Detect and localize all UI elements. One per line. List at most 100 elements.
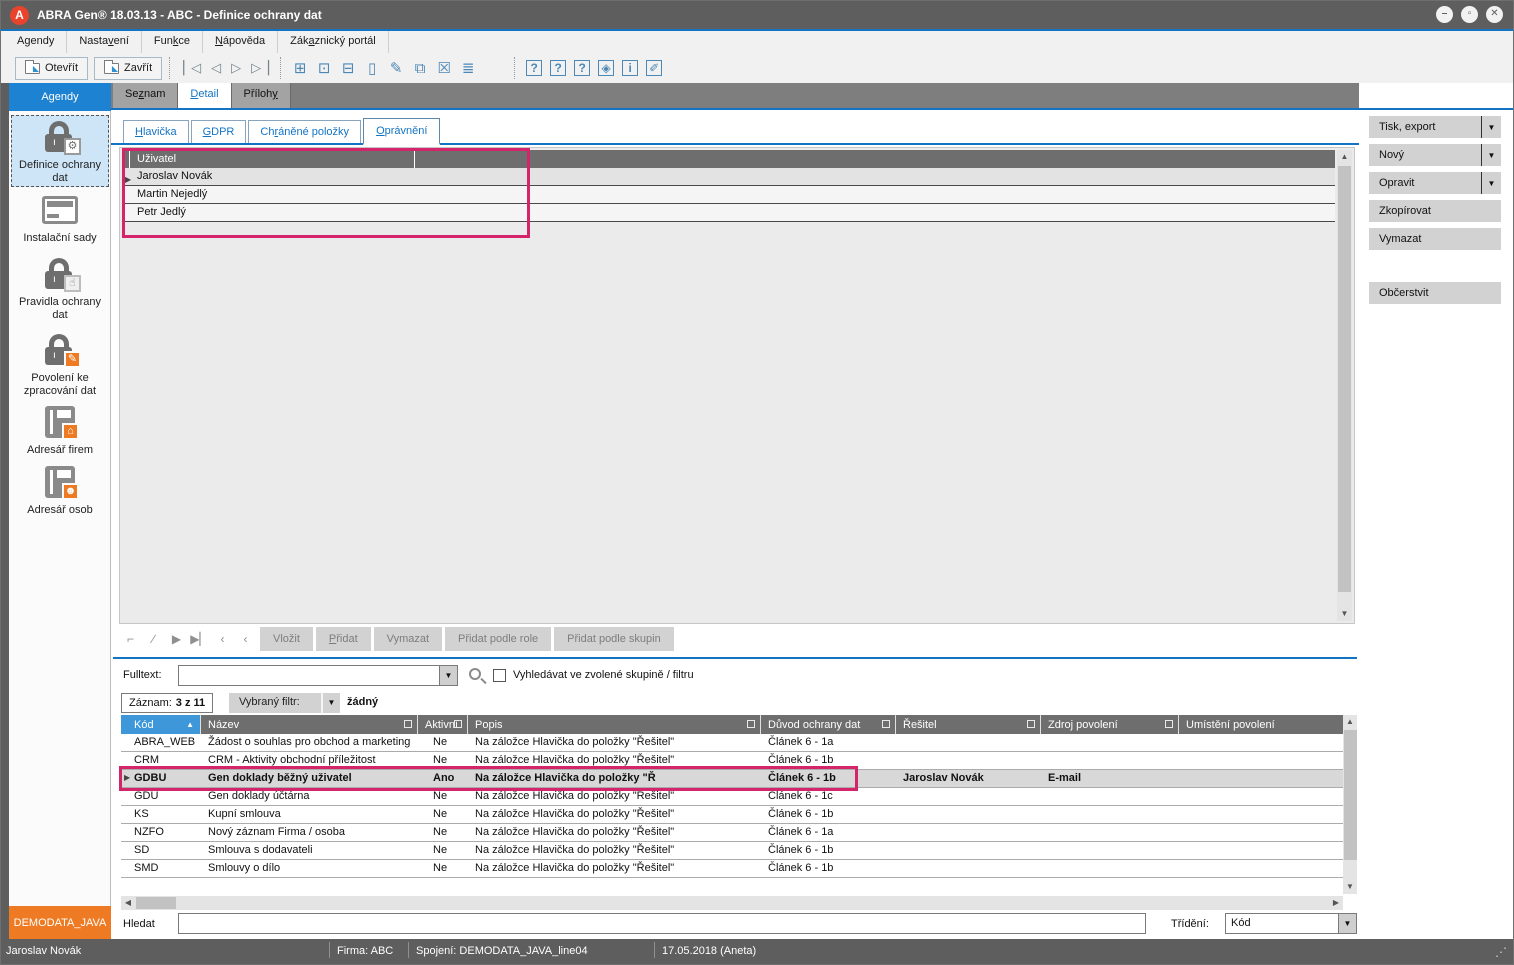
column-filter-icon[interactable] (1027, 720, 1035, 728)
scrollbar-thumb[interactable] (1338, 166, 1351, 592)
users-grid-vscrollbar[interactable]: ▲ ▼ (1337, 150, 1352, 621)
main-tab[interactable]: Detail (178, 83, 231, 108)
toolbar-doc-icon[interactable]: ▯ (361, 57, 383, 79)
toolbar-doc-icon[interactable]: ⊞ (289, 57, 311, 79)
toolbar-help-icon[interactable]: ◈ (595, 57, 617, 79)
toolbar-doc-icon[interactable]: ⧉ (409, 57, 431, 79)
column-header-umisteni-povoleni[interactable]: Umístění povolení (1179, 715, 1343, 734)
column-header-kod[interactable]: Kód▲ (121, 715, 201, 734)
scroll-left-icon[interactable]: ◀ (121, 896, 135, 910)
menu-item[interactable]: Nastavení (67, 31, 142, 53)
table-row[interactable]: ▶ GDU Gen doklady účtárna Ne Na záložce … (121, 788, 1343, 806)
sidebar-item-definice-ochrany-dat[interactable]: ⚙ Definice ochrany dat (11, 115, 109, 187)
split-dropdown-icon[interactable]: ▼ (1481, 172, 1501, 194)
scroll-up-icon[interactable]: ▲ (1337, 150, 1352, 164)
detail-sub-tab[interactable]: Hlavička (123, 120, 189, 143)
close-agenda-button[interactable]: Zavřít (94, 57, 162, 80)
dropdown-arrow-icon[interactable]: ▼ (1338, 914, 1356, 933)
sort-select[interactable]: Kód ▼ (1225, 913, 1357, 934)
table-row[interactable]: ▶ SMD Smlouvy o dílo Ne Na záložce Hlavi… (121, 860, 1343, 878)
column-filter-icon[interactable] (747, 720, 755, 728)
hledat-input[interactable] (178, 913, 1146, 934)
fulltext-input[interactable]: ▼ (178, 665, 458, 686)
menu-item[interactable]: Funkce (142, 31, 203, 53)
scroll-down-icon[interactable]: ▼ (1337, 607, 1352, 621)
edit-button[interactable]: Opravit ▼ (1369, 172, 1501, 194)
record-nav-icon[interactable]: ▏◁ (177, 60, 205, 76)
column-header-uzivatel[interactable]: Uživatel (130, 150, 415, 168)
toolbar-help-icon[interactable]: ? (523, 57, 545, 79)
split-dropdown-icon[interactable]: ▼ (1481, 116, 1501, 138)
grid-nav-icon[interactable]: ▶▏ (188, 632, 211, 646)
column-header-aktivni[interactable]: Aktivní (418, 715, 468, 734)
column-filter-icon[interactable] (882, 720, 890, 728)
detail-sub-tab[interactable]: GDPR (191, 120, 247, 143)
scroll-up-icon[interactable]: ▲ (1343, 715, 1357, 729)
column-header-nazev[interactable]: Název (201, 715, 418, 734)
sidebar-item-adresar-osob[interactable]: ☻ Adresář osob (11, 461, 109, 513)
detail-sub-tab[interactable]: Chráněné položky (248, 120, 361, 143)
column-header-resitel[interactable]: Řešitel (896, 715, 1041, 734)
print-export-button[interactable]: Tisk, export ▼ (1369, 116, 1501, 138)
grid-nav-icon[interactable]: ‹ (234, 632, 257, 646)
resize-grip-icon[interactable]: ⋰ (1495, 945, 1507, 959)
table-row[interactable]: ▶ NZFO Nový záznam Firma / osoba Ne Na z… (121, 824, 1343, 842)
sidebar-item-adresar-firem[interactable]: ⌂ Adresář firem (11, 401, 109, 453)
toolbar-help-icon[interactable]: ? (571, 57, 593, 79)
new-button[interactable]: Nový ▼ (1369, 144, 1501, 166)
toolbar-doc-icon[interactable]: ✎ (385, 57, 407, 79)
toolbar-doc-icon[interactable]: ⊡ (313, 57, 335, 79)
table-row[interactable]: ▶ ABRA_WEB Žádost o souhlas pro obchod a… (121, 734, 1343, 752)
refresh-button[interactable]: Občerstvit (1369, 282, 1501, 304)
table-vscrollbar[interactable]: ▲ ▼ (1343, 715, 1357, 894)
split-dropdown-icon[interactable]: ▼ (1481, 144, 1501, 166)
dropdown-arrow-icon[interactable]: ▼ (439, 666, 457, 685)
toolbar-help-icon[interactable]: ? (547, 57, 569, 79)
grid-action-button[interactable]: Přidat podle skupin (554, 627, 674, 651)
sidebar-item-pravidla-ochrany-dat[interactable]: ☝ Pravidla ochrany dat (11, 253, 109, 317)
users-grid-header[interactable]: Uživatel (122, 150, 1335, 168)
record-nav-icon[interactable]: ▷ (225, 60, 245, 76)
menu-item[interactable]: Nápověda (203, 31, 278, 53)
table-row[interactable]: ▶ KS Kupní smlouva Ne Na záložce Hlavičk… (121, 806, 1343, 824)
scrollbar-thumb[interactable] (136, 897, 176, 909)
copy-button[interactable]: Zkopírovat (1369, 200, 1501, 222)
table-row[interactable]: ▶ CRM CRM - Aktivity obchodní příležitos… (121, 752, 1343, 770)
toolbar-help-icon[interactable]: ✐ (643, 57, 665, 79)
grid-nav-icon[interactable]: ⌐ (119, 632, 142, 646)
user-row[interactable]: ▶ Martin Nejedlý (122, 186, 1335, 204)
column-header-zdroj-povoleni[interactable]: Zdroj povolení (1041, 715, 1179, 734)
scroll-right-icon[interactable]: ▶ (1329, 896, 1343, 910)
record-nav-icon[interactable]: ▷▕ (245, 60, 273, 76)
sidebar-item-povoleni-ke-zpracovani-dat[interactable]: ✎ Povolení ke zpracování dat (11, 329, 109, 393)
grid-action-button[interactable]: Vložit (260, 627, 313, 651)
toolbar-help-icon[interactable]: i (619, 57, 641, 79)
grid-nav-icon[interactable]: ▶ (165, 632, 188, 646)
sidebar-item-instalacni-sady[interactable]: Instalační sady (11, 189, 109, 239)
minimize-button[interactable]: – (1436, 6, 1453, 23)
main-tab[interactable]: Seznam (113, 83, 178, 108)
search-icon[interactable] (469, 668, 481, 680)
menu-item[interactable]: Zákaznický portál (278, 31, 389, 53)
toolbar-doc-icon[interactable]: ☒ (433, 57, 455, 79)
main-tab[interactable]: Přílohy (232, 83, 291, 108)
column-filter-icon[interactable] (1165, 720, 1173, 728)
table-hscrollbar[interactable]: ◀ ▶ (121, 896, 1343, 910)
filter-dropdown-icon[interactable]: ▼ (321, 693, 340, 713)
record-nav-icon[interactable]: ◁ (205, 60, 225, 76)
table-row[interactable]: ▶ GDBU Gen doklady běžný uživatel Ano Na… (121, 770, 1343, 788)
column-header-popis[interactable]: Popis (468, 715, 761, 734)
search-in-group-checkbox[interactable] (493, 669, 506, 682)
grid-nav-icon[interactable]: ∕ (142, 632, 165, 646)
selected-filter-button[interactable]: Vybraný filtr: (229, 693, 321, 713)
open-button[interactable]: Otevřít (15, 57, 88, 80)
column-filter-icon[interactable] (404, 720, 412, 728)
user-row[interactable]: ▶ Petr Jedlý (122, 204, 1335, 222)
delete-button[interactable]: Vymazat (1369, 228, 1501, 250)
toolbar-doc-icon[interactable]: ≣ (457, 57, 479, 79)
column-header-duvod-ochrany-dat[interactable]: Důvod ochrany dat (761, 715, 896, 734)
grid-action-button[interactable]: Vymazat (374, 627, 442, 651)
grid-action-button[interactable]: Přidat (316, 627, 371, 651)
user-row[interactable]: ▶ Jaroslav Novák (122, 168, 1335, 186)
column-filter-icon[interactable] (454, 720, 462, 728)
